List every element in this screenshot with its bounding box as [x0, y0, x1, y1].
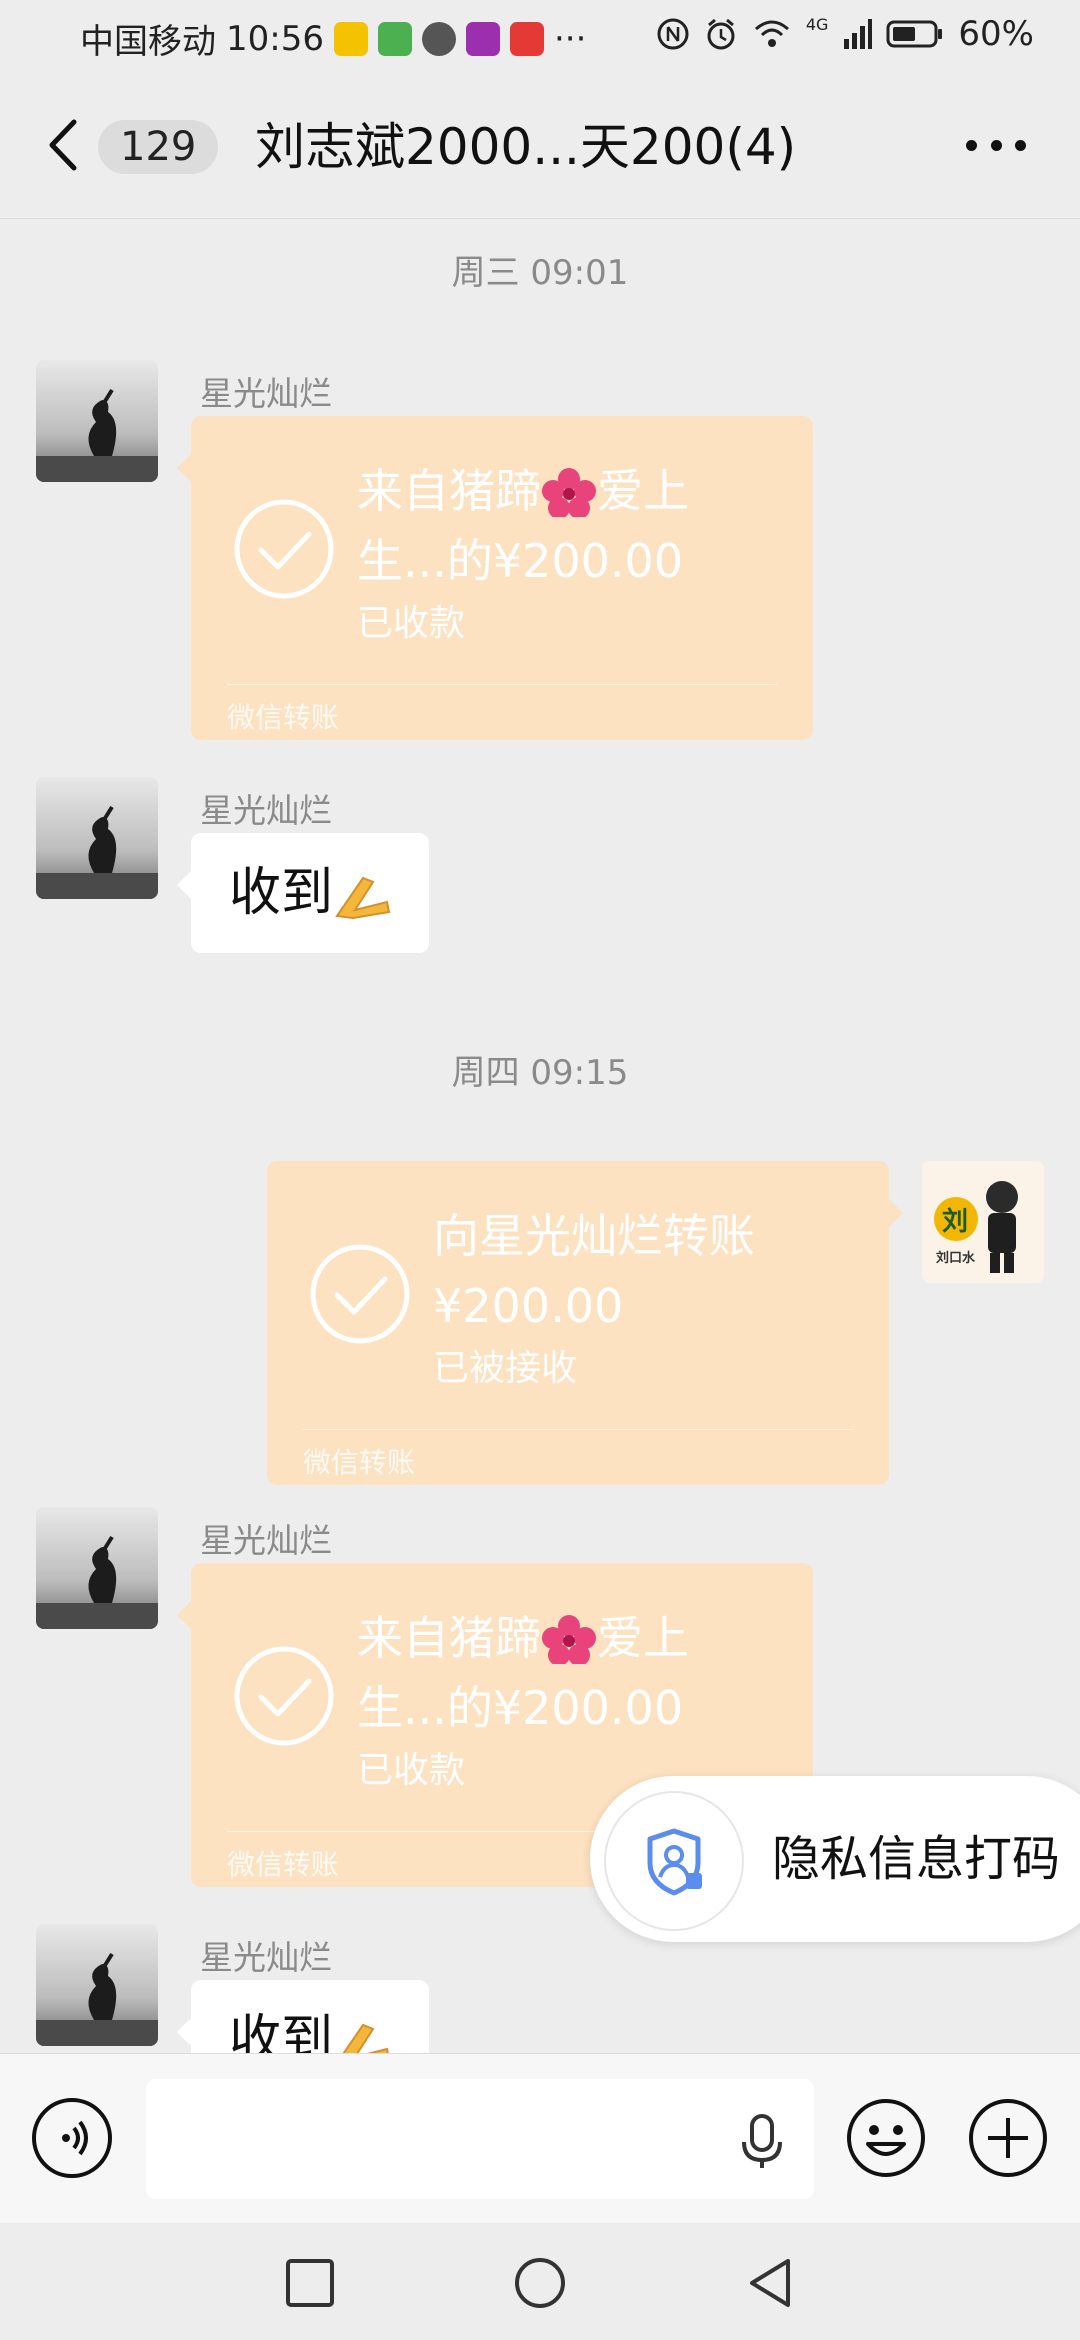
emoji-icon[interactable] [846, 2098, 926, 2178]
transfer-footer: 微信转账 [227, 1848, 340, 1881]
message-input[interactable] [146, 2079, 814, 2199]
contact-avatar-image [36, 360, 158, 482]
avatar[interactable] [36, 1507, 158, 1629]
transfer-amount: ¥200.00 [433, 1279, 624, 1333]
hibiscus-flower-icon [542, 1615, 596, 1666]
folded-hands-emoji-icon [335, 876, 391, 920]
transfer-card[interactable]: 来自猪蹄 爱上 生...的¥200.00 已收款 微信转账 [177, 416, 813, 740]
contact-avatar-image [36, 1507, 158, 1629]
message-bubble[interactable]: 收到 [176, 1980, 430, 2053]
sender-name: 星光灿烂 [200, 1938, 332, 1977]
system-navigation-bar [0, 2223, 1080, 2340]
transfer-amount: 生...的¥200.00 [357, 1681, 684, 1735]
plus-icon[interactable] [968, 2098, 1048, 2178]
home-icon[interactable] [512, 2255, 568, 2311]
contact-avatar-image [36, 1924, 158, 2046]
privacy-label: 隐私信息打码 [772, 1831, 1061, 1887]
transfer-status: 已收款 [357, 603, 466, 644]
unread-count-badge[interactable]: 129 [98, 120, 219, 174]
shield-user-icon [647, 1828, 702, 1896]
more-options-button[interactable] [966, 140, 1026, 156]
input-bar [0, 2053, 1080, 2224]
sender-name: 星光灿烂 [200, 374, 332, 413]
transfer-line1-end: 爱上 [597, 464, 689, 518]
transfer-line1: 来自猪蹄 [357, 464, 541, 518]
wifi-icon [754, 20, 789, 47]
dot-icon [966, 140, 977, 151]
sender-name: 星光灿烂 [200, 1521, 332, 1560]
pay-app-icon [509, 21, 544, 56]
transfer-description: 来自猪蹄 爱上 生...的¥200.00 [357, 456, 777, 596]
check-circle-icon [234, 499, 334, 599]
dot-icon [990, 140, 1002, 151]
browser-icon [421, 21, 456, 56]
check-circle-icon [310, 1244, 410, 1344]
self-avatar-char: 刘 [942, 1207, 969, 1237]
transfer-description: 来自猪蹄 爱上 生...的¥200.00 [357, 1603, 777, 1743]
more-notifications: ··· [553, 18, 587, 59]
transfer-footer: 微信转账 [227, 701, 340, 734]
folded-hands-emoji-icon [342, 2023, 389, 2053]
self-avatar-caption: 刘口水 [936, 1251, 976, 1266]
sender-name: 星光灿烂 [200, 791, 332, 830]
status-left: 中国移动 10:56 ··· [80, 14, 586, 63]
clock: 10:56 [226, 18, 324, 59]
message-text: 收到 [229, 2010, 334, 2053]
bank-app-icon [465, 21, 500, 56]
video-app-icon [377, 21, 412, 56]
chat-header: 129 刘志斌2000...天200(4) [0, 72, 1080, 218]
back-triangle-icon[interactable] [742, 2255, 798, 2311]
transfer-card[interactable]: 向星光灿烂转账 ¥200.00 已被接收 微信转账 [267, 1161, 903, 1485]
alarm-icon [707, 18, 735, 50]
transfer-line1: 来自猪蹄 [357, 1611, 541, 1665]
privacy-mask-button[interactable]: 隐私信息打码 [590, 1776, 1080, 1942]
card-divider [303, 1429, 853, 1430]
message-bubble[interactable]: 收到 [176, 833, 430, 953]
battery-icon [886, 20, 943, 48]
transfer-status: 已被接收 [433, 1348, 578, 1389]
contact-avatar-image [36, 777, 158, 899]
carrier-label: 中国移动 [80, 22, 216, 62]
signal-icon [844, 19, 873, 49]
transfer-status: 已收款 [357, 1750, 466, 1791]
timestamp: 周四 09:15 [451, 1053, 629, 1093]
nfc-icon [657, 18, 689, 50]
network-type: 4G [805, 14, 829, 34]
recent-apps-icon[interactable] [282, 2255, 338, 2311]
card-divider [227, 684, 777, 685]
transfer-footer: 微信转账 [303, 1446, 416, 1479]
back-arrow-icon[interactable] [44, 118, 84, 172]
status-right: 4G 60% [656, 14, 1034, 54]
avatar[interactable] [36, 360, 158, 482]
self-avatar[interactable]: 刘 刘口水 [922, 1161, 1044, 1283]
microphone-icon[interactable] [740, 2114, 784, 2170]
status-bar: 中国移动 10:56 ··· 4G 60% [0, 0, 1080, 72]
transfer-description: 向星光灿烂转账 ¥200.00 [433, 1201, 853, 1341]
transfer-line1-end: 爱上 [597, 1611, 689, 1665]
battery-percent: 60% [958, 14, 1034, 54]
dot-icon [1015, 140, 1026, 151]
weibo-icon [333, 21, 368, 56]
voice-wave-icon [62, 2120, 88, 2156]
chat-title: 刘志斌2000...天200(4) [255, 118, 797, 176]
privacy-icon-container [604, 1791, 744, 1931]
message-text: 收到 [229, 863, 334, 923]
hibiscus-flower-icon [542, 468, 596, 519]
transfer-line1: 向星光灿烂转账 [433, 1209, 755, 1263]
voice-mode-button[interactable] [32, 2098, 112, 2178]
avatar[interactable] [36, 1924, 158, 2046]
check-circle-icon [234, 1646, 334, 1746]
avatar[interactable] [36, 777, 158, 899]
timestamp: 周三 09:01 [451, 253, 629, 293]
transfer-amount: 生...的¥200.00 [357, 534, 684, 588]
